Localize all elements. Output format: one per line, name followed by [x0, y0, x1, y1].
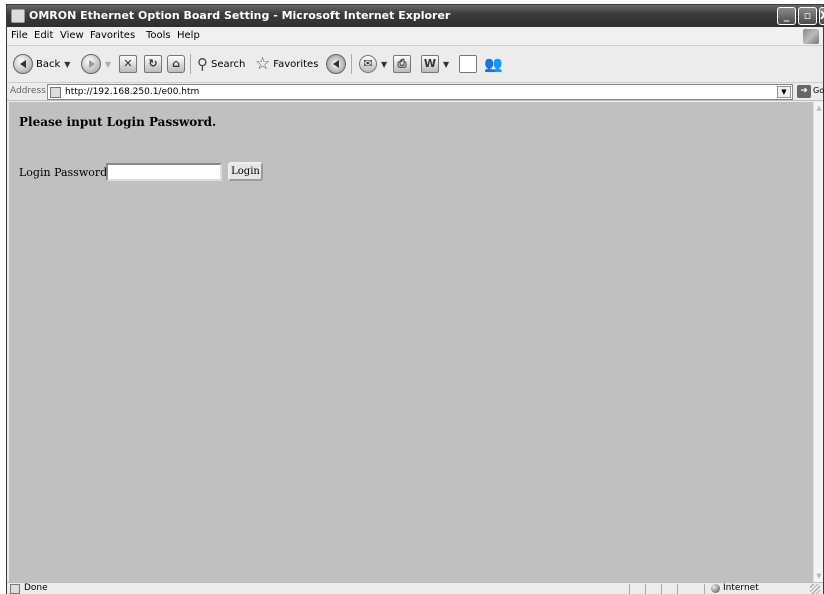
- menu-file[interactable]: File: [11, 30, 28, 41]
- back-dropdown-icon: ▼: [64, 59, 71, 69]
- mail-dropdown-icon: ▼: [381, 59, 388, 69]
- address-label: Address: [10, 86, 46, 96]
- search-icon: ⚲: [197, 55, 208, 73]
- back-button[interactable]: Back ▼: [13, 53, 70, 75]
- search-label: Search: [211, 58, 246, 70]
- menu-edit[interactable]: Edit: [34, 30, 53, 41]
- printer-icon: ⎙: [393, 55, 411, 73]
- edit-word-button[interactable]: W ▼: [421, 53, 449, 75]
- favorites-star-icon: ☆: [255, 54, 271, 74]
- internet-globe-icon: [711, 584, 720, 593]
- address-input[interactable]: http://192.168.250.1/e00.htm ▼: [47, 84, 793, 100]
- status-divider: [661, 584, 662, 594]
- address-bar: Address http://192.168.250.1/e00.htm ▼ ➜…: [7, 83, 824, 101]
- ie-page-icon: [11, 9, 25, 23]
- favorites-button[interactable]: ☆ Favorites: [255, 53, 318, 75]
- title-bar[interactable]: OMRON Ethernet Option Board Setting - Mi…: [7, 5, 824, 27]
- mail-icon: ✉: [359, 55, 377, 73]
- menu-help[interactable]: Help: [177, 30, 200, 41]
- resize-grip-icon[interactable]: [810, 584, 820, 594]
- security-zone-label: Internet: [723, 583, 759, 593]
- status-divider: [704, 584, 705, 594]
- home-icon: ⌂: [167, 55, 185, 73]
- close-button[interactable]: X: [819, 7, 824, 25]
- toolbar-separator: [190, 54, 191, 74]
- refresh-icon: ↻: [144, 55, 162, 73]
- refresh-button[interactable]: ↻: [144, 53, 162, 75]
- menu-bar: File Edit View Favorites Tools Help: [7, 27, 823, 46]
- address-dropdown-icon[interactable]: ▼: [777, 86, 791, 98]
- print-button[interactable]: ⎙: [393, 53, 411, 75]
- back-label: Back: [36, 58, 61, 70]
- address-url: http://192.168.250.1/e00.htm: [65, 87, 200, 97]
- scroll-down-icon[interactable]: ▼: [814, 570, 824, 582]
- messenger-button[interactable]: 👥: [484, 53, 503, 75]
- toolbar: Back ▼ ▼ ✕ ↻ ⌂ ⚲ Search ☆ Favorites ✉ ▼ …: [7, 46, 823, 83]
- forward-button[interactable]: ▼: [81, 53, 111, 75]
- maximize-button[interactable]: ▫: [798, 7, 817, 25]
- back-arrow-icon: [13, 54, 33, 74]
- messenger-icon: 👥: [484, 55, 503, 73]
- forward-dropdown-icon: ▼: [105, 59, 112, 69]
- page-content: Please input Login Password. Login Passw…: [9, 102, 813, 582]
- menu-view[interactable]: View: [60, 30, 84, 41]
- search-button[interactable]: ⚲ Search: [197, 53, 245, 75]
- toolbar-separator: [351, 54, 352, 74]
- page-icon: [50, 87, 61, 98]
- window-title: OMRON Ethernet Option Board Setting - Mi…: [29, 9, 451, 22]
- page-heading: Please input Login Password.: [19, 115, 217, 129]
- vertical-scrollbar[interactable]: ▲ ▼: [813, 102, 823, 582]
- status-divider: [645, 584, 646, 594]
- status-divider: [677, 584, 678, 594]
- discuss-icon: [459, 55, 477, 73]
- stop-button[interactable]: ✕: [119, 53, 137, 75]
- status-text: Done: [24, 583, 48, 593]
- go-arrow-icon[interactable]: ➜: [797, 85, 811, 98]
- menu-favorites[interactable]: Favorites: [90, 30, 135, 41]
- stop-icon: ✕: [119, 55, 137, 73]
- history-icon: [326, 54, 346, 74]
- menu-tools[interactable]: Tools: [146, 30, 171, 41]
- login-button[interactable]: Login: [228, 162, 263, 181]
- status-bar: Done Internet: [7, 582, 823, 594]
- history-button[interactable]: [326, 53, 346, 75]
- go-button[interactable]: Go: [813, 86, 824, 95]
- edit-dropdown-icon: ▼: [443, 59, 450, 69]
- discuss-button[interactable]: [459, 53, 477, 75]
- status-divider: [629, 584, 630, 594]
- forward-arrow-icon: [81, 54, 101, 74]
- word-icon: W: [421, 55, 439, 73]
- windows-flag-icon: [803, 29, 819, 44]
- mail-button[interactable]: ✉ ▼: [359, 53, 387, 75]
- login-password-label: Login Password :: [19, 166, 115, 179]
- page-done-icon: [10, 584, 20, 594]
- home-button[interactable]: ⌂: [167, 53, 185, 75]
- browser-window: OMRON Ethernet Option Board Setting - Mi…: [6, 4, 824, 594]
- favorites-label: Favorites: [273, 58, 319, 70]
- minimize-button[interactable]: _: [777, 7, 796, 25]
- scroll-up-icon[interactable]: ▲: [814, 102, 824, 114]
- login-password-field[interactable]: [106, 163, 222, 181]
